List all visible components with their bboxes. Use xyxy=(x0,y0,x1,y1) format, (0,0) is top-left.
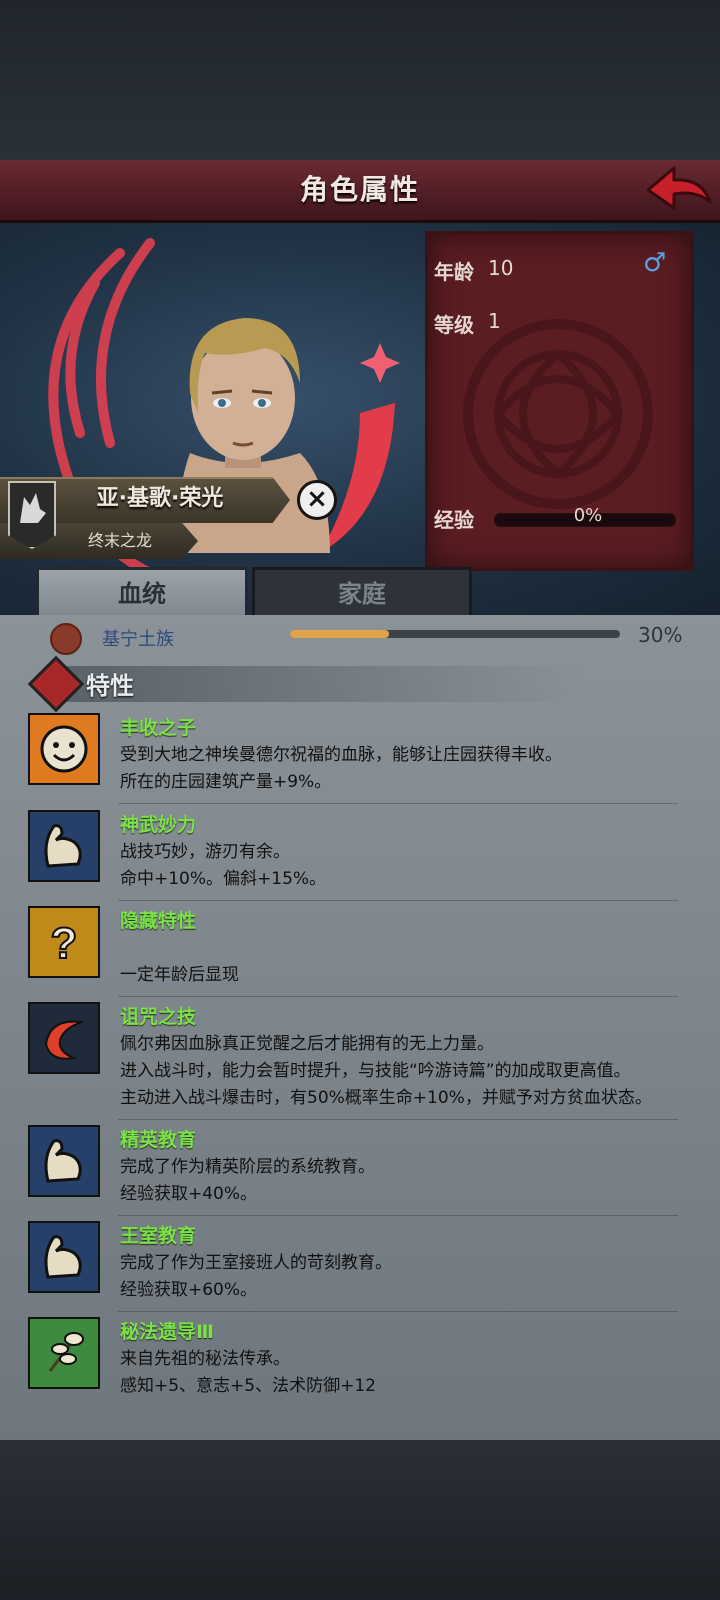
page-title: 角色属性 xyxy=(299,173,420,206)
trait-description: 战技巧妙，游刃有余。 xyxy=(120,842,290,862)
bloodline-name: 基宁土族 xyxy=(102,629,174,650)
bloodline-percent: 30% xyxy=(638,623,683,647)
divider xyxy=(118,996,678,997)
trait-description: 命中+10%。偏斜+15%。 xyxy=(120,869,327,889)
trait-name: 丰收之子 xyxy=(120,717,197,739)
trait-description: 经验获取+40%。 xyxy=(120,1184,258,1204)
trait-row[interactable]: ? 隐藏特性一定年龄后显现 xyxy=(0,906,720,1002)
trait-name: 隐藏特性 xyxy=(120,910,197,932)
traits-header: 特性 xyxy=(0,655,720,713)
divider xyxy=(118,1215,678,1216)
muscle-arm-icon xyxy=(28,1125,100,1197)
bloodline-bar-fill xyxy=(290,630,389,638)
trait-description: 完成了作为王室接班人的苛刻教育。 xyxy=(120,1253,392,1273)
stats-panel: 年龄 10 ♂ 等级 1 经验 0% xyxy=(425,231,694,571)
male-gender-icon: ♂ xyxy=(643,248,667,278)
character-name: 亚·基歌·荣光 xyxy=(96,486,224,511)
level-label: 等级 xyxy=(434,313,474,337)
trait-description: 所在的庄园建筑产量+9%。 xyxy=(120,772,332,792)
crimson-wave-icon xyxy=(28,1002,100,1074)
trait-description: 佩尔弗因血脉真正觉醒之后才能拥有的无上力量。 xyxy=(120,1034,494,1054)
bloodline-content: 基宁土族 30% 特性 丰收之子受到大地之神埃曼德尔祝福的血脉，能够让庄园获得丰… xyxy=(0,615,720,1440)
trait-name: 王室教育 xyxy=(120,1225,197,1247)
exp-label: 经验 xyxy=(434,508,474,532)
divider xyxy=(118,1311,678,1312)
trait-row[interactable]: 神武妙力战技巧妙，游刃有余。命中+10%。偏斜+15%。 xyxy=(0,810,720,906)
muscle-arm-icon xyxy=(28,1221,100,1293)
bloodline-bar xyxy=(290,630,620,638)
trait-row[interactable]: 丰收之子受到大地之神埃曼德尔祝福的血脉，能够让庄园获得丰收。 所在的庄园建筑产量+… xyxy=(0,713,720,809)
trait-description: 主动进入战斗爆击时，有50%概率生命+10%，并赋予对方贫血状态。 xyxy=(120,1088,652,1108)
trait-row[interactable]: 诅咒之技佩尔弗因血脉真正觉醒之后才能拥有的无上力量。进入战斗时，能力会暂时提升，… xyxy=(0,1002,720,1125)
exp-value: 0% xyxy=(573,505,603,526)
back-button[interactable] xyxy=(644,162,714,214)
wolf-crest-icon xyxy=(8,481,56,549)
svg-text:?: ? xyxy=(51,919,78,968)
character-epithet: 终末之龙 xyxy=(87,531,152,550)
tab-family[interactable]: 家庭 xyxy=(252,567,472,618)
bottom-backdrop xyxy=(0,1440,720,1600)
trait-description: 感知+5、意志+5、法术防御+12 xyxy=(120,1376,376,1396)
trait-name: 精英教育 xyxy=(120,1129,197,1151)
level-value: 1 xyxy=(488,309,501,333)
celtic-knot-emblem xyxy=(463,319,653,509)
close-icon[interactable]: × xyxy=(297,480,337,520)
trait-row[interactable]: 王室教育完成了作为王室接班人的苛刻教育。 经验获取+60%。 xyxy=(0,1221,720,1317)
tab-bloodline[interactable]: 血统 xyxy=(36,567,248,622)
trait-description: 来自先祖的秘法传承。 xyxy=(120,1349,290,1369)
muscle-arm-icon xyxy=(28,810,100,882)
traits-title: 特性 xyxy=(86,672,134,700)
smiley-icon xyxy=(28,713,100,785)
divider xyxy=(118,900,678,901)
trait-name: 诅咒之技 xyxy=(120,1006,197,1028)
trait-description: 经验获取+60%。 xyxy=(120,1280,258,1300)
trait-description: 进入战斗时，能力会暂时提升，与技能“吟游诗篇”的加成取更高值。 xyxy=(120,1061,631,1081)
divider xyxy=(118,1119,678,1120)
clan-emblem-icon xyxy=(50,623,82,655)
bloodline-row: 基宁土族 30% xyxy=(0,615,720,655)
title-bar: 角色属性 xyxy=(0,160,720,223)
divider xyxy=(118,803,678,804)
age-value: 10 xyxy=(488,256,514,280)
trait-name: 秘法遗导Ⅲ xyxy=(120,1321,214,1343)
top-backdrop xyxy=(0,0,720,160)
flame-diamond-icon xyxy=(27,655,85,713)
trait-description: 受到大地之神埃曼德尔祝福的血脉，能够让庄园获得丰收。 xyxy=(120,745,562,765)
age-label: 年龄 xyxy=(434,260,474,284)
back-arrow-icon xyxy=(646,166,712,210)
herb-sprig-icon xyxy=(28,1317,100,1389)
trait-description: 完成了作为精英阶层的系统教育。 xyxy=(120,1157,375,1177)
question-mark-icon: ? xyxy=(28,906,100,978)
trait-description: 一定年龄后显现 xyxy=(120,965,239,985)
trait-name: 神武妙力 xyxy=(120,814,197,836)
trait-row[interactable]: 秘法遗导Ⅲ 来自先祖的秘法传承。感知+5、意志+5、法术防御+12 xyxy=(0,1317,720,1413)
trait-row[interactable]: 精英教育完成了作为精英阶层的系统教育。 经验获取+40%。 xyxy=(0,1125,720,1221)
